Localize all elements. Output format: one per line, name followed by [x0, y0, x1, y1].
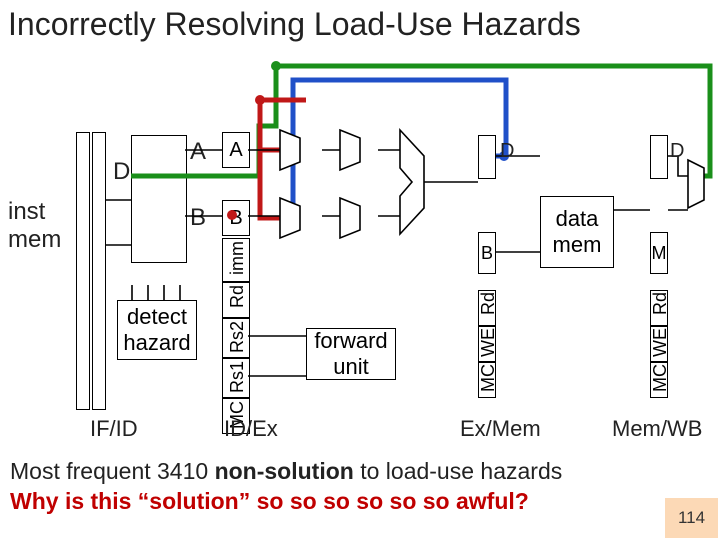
- memwb-rd: Rd: [650, 290, 668, 326]
- page-number: 114: [665, 498, 718, 538]
- footer-1c: to load-use hazards: [354, 458, 562, 484]
- stage-ifid: IF/ID: [90, 416, 138, 442]
- footer-line-2: Why is this “solution” so so so so so so…: [10, 488, 529, 515]
- footer-1b: non-solution: [215, 458, 354, 484]
- stage-memwb: Mem/WB: [612, 416, 702, 442]
- data-mem: data mem: [540, 196, 614, 268]
- stage-idex: ID/Ex: [224, 416, 278, 442]
- footer-1a: Most frequent 3410: [10, 458, 215, 484]
- exmem-B: B: [478, 232, 496, 274]
- footer-line-1: Most frequent 3410 non-solution to load-…: [10, 458, 562, 485]
- D3: D: [670, 140, 684, 163]
- stage-exmem: Ex/Mem: [460, 416, 541, 442]
- exmem-D-slot: [478, 135, 496, 179]
- D2: D: [500, 140, 514, 163]
- exmem-rd: Rd: [478, 290, 496, 326]
- slide: Incorrectly Resolving Load-Use Hazards i…: [0, 0, 720, 540]
- memwb-we: WE: [650, 326, 668, 362]
- memwb-D-slot: [650, 135, 668, 179]
- exmem-mc: MC: [478, 362, 496, 398]
- exmem-we: WE: [478, 326, 496, 362]
- memwb-M: M: [650, 232, 668, 274]
- memwb-mc: MC: [650, 362, 668, 398]
